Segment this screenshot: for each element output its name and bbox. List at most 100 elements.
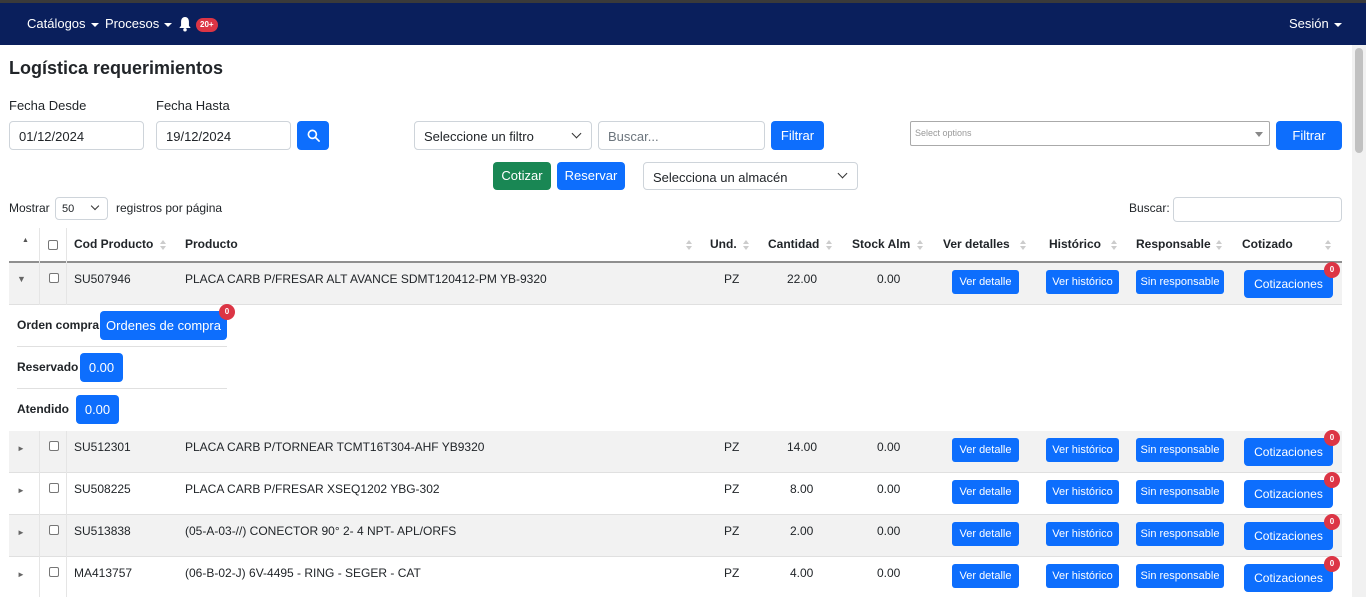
fecha-hasta-label: Fecha Hasta: [156, 98, 230, 113]
filter-type-select-value: Seleccione un filtro: [424, 129, 534, 144]
header-producto[interactable]: Producto: [185, 237, 238, 251]
cell-producto: (06-B-02-J) 6V-4495 - RING - SEGER - CAT: [185, 566, 421, 580]
cell-cantidad: 14.00: [787, 440, 818, 454]
column-divider: [66, 431, 67, 597]
sin-responsable-button[interactable]: Sin responsable: [1136, 438, 1224, 462]
page-size-select[interactable]: 50: [55, 197, 108, 220]
nav-sesion-dropdown[interactable]: Sesión: [1289, 16, 1342, 31]
expand-row-icon[interactable]: ►: [17, 444, 25, 453]
filter-type-select[interactable]: Seleccione un filtro: [414, 121, 592, 150]
ver-detalle-button[interactable]: Ver detalle: [952, 438, 1019, 462]
nav-catalogos-dropdown[interactable]: Catálogos: [27, 16, 99, 31]
registros-label: registros por página: [116, 201, 223, 215]
nav-procesos-dropdown[interactable]: Procesos: [105, 16, 173, 31]
table-search-input[interactable]: [1173, 197, 1342, 222]
table-row[interactable]: ▼ SU507946 PLACA CARB P/FRESAR ALT AVANC…: [9, 262, 1342, 305]
header-und[interactable]: Und.: [710, 237, 737, 251]
cell-cantidad: 22.00: [787, 272, 818, 286]
sin-responsable-button[interactable]: Sin responsable: [1136, 480, 1224, 504]
ver-detalle-button[interactable]: Ver detalle: [952, 270, 1019, 294]
cell-und: PZ: [724, 566, 740, 580]
row-checkbox[interactable]: [49, 567, 59, 577]
detail-divider: [17, 388, 227, 389]
column-divider: [39, 431, 40, 597]
ver-detalle-button[interactable]: Ver detalle: [952, 564, 1019, 588]
header-cod-producto[interactable]: Cod Producto: [74, 237, 153, 251]
fecha-desde-input[interactable]: 01/12/2024: [9, 121, 144, 150]
bell-icon[interactable]: [178, 16, 192, 32]
fecha-hasta-input[interactable]: 19/12/2024: [156, 121, 291, 150]
sort-icon[interactable]: [1325, 240, 1331, 250]
table-row[interactable]: ► SU513838 (05-A-03-//) CONECTOR 90° 2- …: [9, 514, 1342, 557]
header-ver-detalles[interactable]: Ver detalles: [943, 237, 1010, 251]
atendido-value-button[interactable]: 0.00: [76, 395, 119, 424]
cotizaciones-button[interactable]: Cotizaciones: [1244, 522, 1333, 550]
table-row[interactable]: ► MA413757 (06-B-02-J) 6V-4495 - RING - …: [9, 556, 1342, 597]
sin-responsable-button[interactable]: Sin responsable: [1136, 522, 1224, 546]
row-checkbox[interactable]: [49, 441, 59, 451]
options-multiselect[interactable]: Select options: [910, 121, 1270, 146]
sort-icon[interactable]: [826, 240, 832, 250]
header-historico[interactable]: Histórico: [1049, 237, 1101, 251]
ver-historico-button[interactable]: Ver histórico: [1046, 564, 1119, 588]
mostrar-label: Mostrar: [9, 201, 50, 215]
select-all-checkbox[interactable]: [48, 240, 58, 250]
cotizaciones-button[interactable]: Cotizaciones: [1244, 270, 1333, 298]
page-scrollbar-thumb[interactable]: [1355, 48, 1363, 153]
chevron-down-icon: [164, 22, 173, 27]
nav-sesion-label: Sesión: [1289, 16, 1329, 31]
table-row[interactable]: ► SU508225 PLACA CARB P/FRESAR XSEQ1202 …: [9, 472, 1342, 515]
ver-historico-button[interactable]: Ver histórico: [1046, 522, 1119, 546]
filtrar-options-button[interactable]: Filtrar: [1276, 121, 1342, 150]
ver-historico-button[interactable]: Ver histórico: [1046, 270, 1119, 294]
cell-stock-alm: 0.00: [877, 524, 901, 538]
column-divider: [66, 263, 67, 305]
sort-icon[interactable]: [160, 240, 166, 250]
chevron-down-icon: [571, 128, 582, 139]
reservado-value-button[interactable]: 0.00: [80, 353, 123, 382]
header-stock-alm[interactable]: Stock Alm: [852, 237, 910, 251]
cell-producto: PLACA CARB P/FRESAR XSEQ1202 YBG-302: [185, 482, 440, 496]
header-cantidad[interactable]: Cantidad: [768, 237, 819, 251]
sin-responsable-button[interactable]: Sin responsable: [1136, 270, 1224, 294]
sort-icon[interactable]: [917, 240, 923, 250]
multiselect-placeholder: Select options: [915, 128, 972, 138]
page-size-value: 50: [62, 203, 75, 215]
filtrar-button[interactable]: Filtrar: [771, 121, 824, 150]
expand-row-icon[interactable]: ►: [17, 528, 25, 537]
sort-icon[interactable]: [1216, 240, 1222, 250]
header-cotizado[interactable]: Cotizado: [1242, 237, 1293, 251]
sin-responsable-button[interactable]: Sin responsable: [1136, 564, 1224, 588]
sort-asc-icon[interactable]: ▲: [22, 237, 29, 244]
row-checkbox[interactable]: [49, 483, 59, 493]
filter-search-input[interactable]: Buscar...: [598, 121, 765, 150]
cotizaciones-button[interactable]: Cotizaciones: [1244, 438, 1333, 466]
sort-icon[interactable]: [743, 240, 749, 250]
date-search-button[interactable]: [297, 121, 329, 150]
almacen-select[interactable]: Selecciona un almacén: [643, 162, 858, 190]
reservar-button[interactable]: Reservar: [557, 162, 625, 190]
collapse-row-icon[interactable]: ▼: [17, 274, 26, 284]
ver-historico-button[interactable]: Ver histórico: [1046, 480, 1119, 504]
ordenes-de-compra-button[interactable]: Ordenes de compra: [100, 311, 227, 340]
search-icon: [307, 129, 320, 142]
row-checkbox[interactable]: [49, 525, 59, 535]
ver-historico-button[interactable]: Ver histórico: [1046, 438, 1119, 462]
cotizaciones-button[interactable]: Cotizaciones: [1244, 480, 1333, 508]
row-checkbox[interactable]: [49, 273, 59, 283]
detail-divider: [17, 346, 227, 347]
expand-row-icon[interactable]: ►: [17, 486, 25, 495]
cell-stock-alm: 0.00: [877, 482, 901, 496]
cell-und: PZ: [724, 272, 740, 286]
cotizaciones-button[interactable]: Cotizaciones: [1244, 564, 1333, 592]
ver-detalle-button[interactable]: Ver detalle: [952, 480, 1019, 504]
sort-icon[interactable]: [686, 240, 692, 250]
nav-procesos-label: Procesos: [105, 16, 160, 31]
sort-icon[interactable]: [1020, 240, 1026, 250]
cotizar-button[interactable]: Cotizar: [493, 162, 551, 190]
sort-icon[interactable]: [1111, 240, 1117, 250]
ver-detalle-button[interactable]: Ver detalle: [952, 522, 1019, 546]
expand-row-icon[interactable]: ►: [17, 570, 25, 579]
table-row[interactable]: ► SU512301 PLACA CARB P/TORNEAR TCMT16T3…: [9, 430, 1342, 473]
header-responsable[interactable]: Responsable: [1136, 237, 1211, 251]
